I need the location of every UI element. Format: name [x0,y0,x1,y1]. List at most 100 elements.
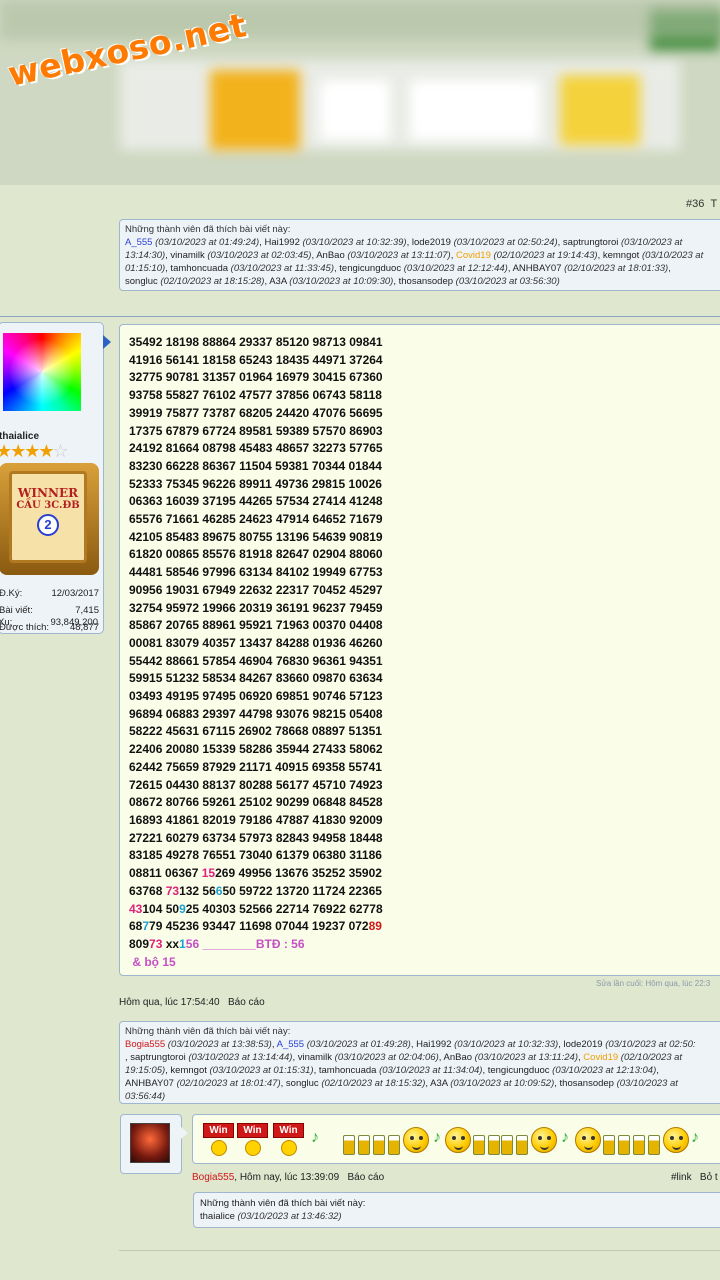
text-segment: 52333 75345 96226 89911 49736 29815 1002… [129,476,382,491]
permalink[interactable]: #link [671,1172,692,1183]
text-segment: , A3A [264,276,290,287]
text-segment: 03:56:44) [125,1091,166,1102]
text-segment: 809 [129,936,150,951]
highlight-text[interactable]: A_555 [277,1039,304,1050]
number-row: 61820 00865 85576 81918 82647 02904 8806… [129,546,383,564]
text-segment: , Hai1992 [259,237,303,248]
unlike-link[interactable]: Bỏ t [700,1172,718,1183]
number-row: 00081 83079 40357 13437 84288 01936 4626… [129,635,383,653]
number-row: 03493 49195 97495 06920 69851 90746 5712… [129,688,383,706]
text-segment: (03/10/2023 at 13:11:24) [474,1052,579,1063]
text-segment: 41916 56141 18158 65243 18435 44971 3726… [129,352,383,367]
text-segment: 27221 60279 63734 57973 82843 94958 1844… [129,830,383,845]
likes-list-mid: Những thành viên đã thích bài viết này: … [119,1021,720,1104]
number-row: 22406 20080 15339 58286 35944 27433 5806… [129,741,383,759]
user-card: thaialice ★★★★☆ WINNER CẦU 3C.ĐB 2 Đ.Ký:… [0,322,104,634]
number-row: 80973 xx156 ________BTĐ : 56 [129,936,383,954]
reply-time[interactable]: , Hôm nay, lúc 13:39:09 [234,1172,339,1183]
text-segment: 65576 71661 46285 24623 47914 64652 7167… [129,512,383,527]
highlight-text[interactable]: A_555 [125,237,152,248]
text-segment: (02/10/2023 at 18:15:28) [160,276,265,287]
number-row: 93758 55827 76102 47577 37856 06743 5811… [129,387,383,405]
music-note-icon: ♪ [691,1129,699,1146]
reply-author[interactable]: Bogia555 [192,1172,234,1183]
text-segment: 35492 18198 88864 29337 85120 98713 0984… [129,335,383,349]
trophy-title: WINNER [17,486,79,500]
text-segment: 13:14:30) [125,250,166,261]
number-row: 41916 56141 18158 65243 18435 44971 3726… [129,352,383,370]
text-segment: (02/10/2023 at 18:01:47) [176,1078,281,1089]
text-segment: 104 50 [142,901,180,916]
top-banner [0,0,720,185]
highlight-text: ________BTĐ : 56 [199,936,305,951]
number-grid: 35492 18198 88864 29337 85120 98713 0984… [129,334,383,971]
text-segment: 68 [129,919,143,934]
number-row: 83185 49278 76551 73040 61379 06380 3118… [129,847,383,865]
highlight-text: 9 [179,901,186,916]
smiley-icon [663,1127,689,1153]
text-segment: 50 59722 13720 11724 22365 [222,883,382,898]
text-segment: xx [162,936,180,951]
likes-header: Những thành viên đã thích bài viết này: [125,1026,291,1037]
text-segment: , saptrungtoroi [125,1052,189,1063]
highlight-text: 89 [368,919,382,934]
likes-line: , saptrungtoroi (03/10/2023 at 13:14:44)… [125,1051,720,1064]
number-row: 55442 88661 57854 46904 76830 96361 9435… [129,653,383,671]
text-segment: 63768 [129,883,166,898]
highlight-text[interactable]: Covid19 [583,1052,618,1063]
number-row: 08672 80766 59261 25102 90299 06848 8452… [129,794,383,812]
text-segment: (03/10/2023 at 10:32:33) [454,1039,559,1050]
arrow-pointer-icon [103,335,111,349]
text-segment: ANHBAY07 [125,1078,177,1089]
number-row: 85867 20765 88961 95921 71963 00370 0440… [129,617,383,635]
text-segment: (03/10/2023 at 02:50: [605,1039,696,1050]
music-note-icon: ♪ [311,1129,319,1146]
edit-note: Sửa lần cuối: Hôm qua, lúc 22:3 [596,979,711,988]
post-meta: Hôm qua, lúc 17:54:40 Báo cáo [119,997,265,1008]
star-icon: ★★★★ [0,441,55,461]
text-segment: 01:15:10) [125,263,166,274]
number-row: 39919 75877 73787 68205 24420 47076 5669… [129,405,383,423]
text-segment: , vinamilk [165,250,208,261]
smiley-icon [575,1127,601,1153]
text-segment: , thosansodep [393,276,456,287]
number-row: 52333 75345 96226 89911 49736 29815 1002… [129,476,383,494]
beer-mugs-icon [343,1123,373,1155]
likes-line: 03:56:44) [125,1090,720,1103]
reply-avatar[interactable] [120,1114,182,1174]
post-time[interactable]: Hôm qua, lúc 17:54:40 [119,997,220,1008]
avatar[interactable] [3,333,81,411]
text-segment: songluc [125,276,161,287]
likes-lines: Bogia555 (03/10/2023 at 13:38:53), A_555… [125,1038,720,1103]
like-time: (03/10/2023 at 13:46:32) [237,1211,342,1222]
text-segment: 59915 51232 58534 84267 83660 09870 6363… [129,671,383,686]
number-row: 32775 90781 31357 01964 16979 30415 6736… [129,369,383,387]
number-row: 83230 66228 86367 11504 59381 70344 0184… [129,458,383,476]
report-link[interactable]: Báo cáo [347,1172,384,1183]
text-segment: (03/10/2023 at 11:33:45) [230,263,335,274]
text-segment: , [656,1065,659,1076]
highlight-text[interactable]: Covid19 [456,250,491,261]
text-segment: 85867 20765 88961 95921 71963 00370 0440… [129,618,383,633]
text-segment: , AnBao [438,1052,475,1063]
highlight-text[interactable]: Bogia555 [125,1039,165,1050]
post-number[interactable]: #36 T [686,198,717,210]
report-link[interactable]: Báo cáo [228,997,265,1008]
likes-header: Những thành viên đã thích bài viết này: [200,1198,366,1209]
text-segment: , A3A [425,1078,451,1089]
number-row: 24192 81664 08798 45483 48657 32273 5776… [129,440,383,458]
text-segment: (03/10/2023 at 03:56:30) [455,276,560,287]
highlight-text: 15 [201,866,216,881]
post-bottom-edge [119,1250,720,1251]
text-segment: 16893 41861 82019 79186 47887 41830 9200… [129,812,383,827]
stat-xu: Xu: 93,849,200 [0,617,98,628]
liker-name[interactable]: thaialice [200,1211,235,1222]
arrow-pointer-icon [181,1127,188,1139]
text-segment: 00081 83079 40357 13437 84288 01936 4626… [129,635,383,650]
smiley-icon [531,1127,557,1153]
text-segment: (03/10/2023 at 10:09:30) [289,276,394,287]
text-segment: 61820 00865 85576 81918 82647 02904 8806… [129,547,383,562]
text-segment: 55442 88661 57854 46904 76830 96361 9435… [129,653,383,668]
text-segment: 83185 49278 76551 73040 61379 06380 3118… [129,848,382,863]
text-segment: (02/10/2023 at 18:01:33) [564,263,669,274]
